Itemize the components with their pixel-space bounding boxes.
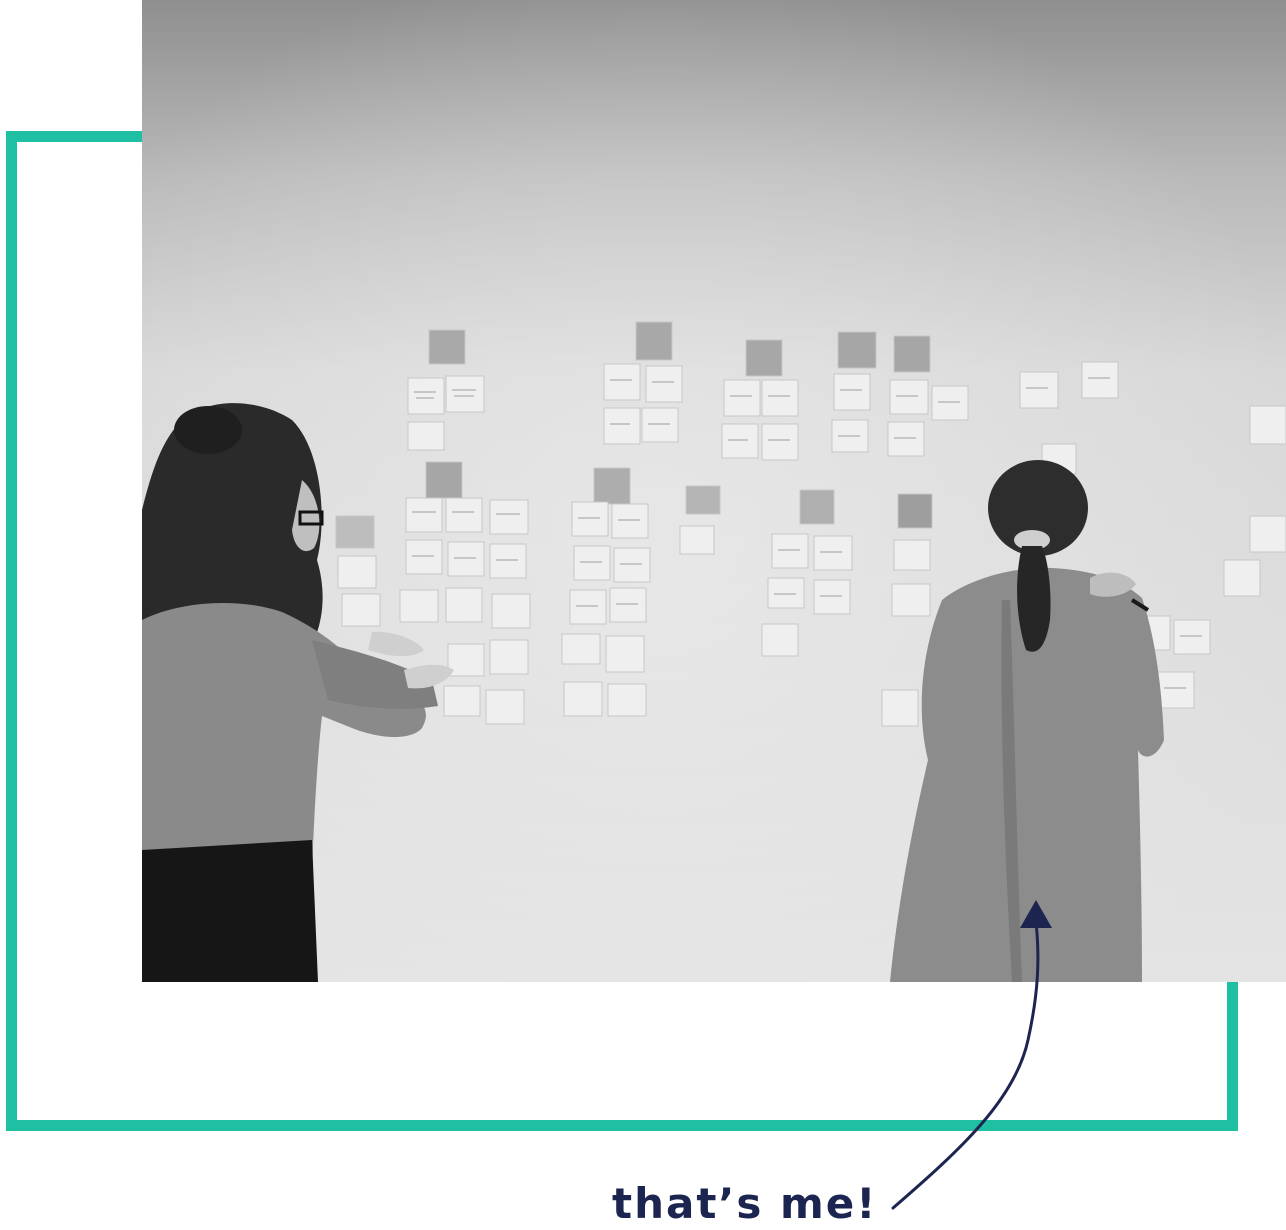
affinity-mapping-photo	[142, 0, 1286, 982]
caption-text: that’s me!	[612, 1179, 878, 1228]
